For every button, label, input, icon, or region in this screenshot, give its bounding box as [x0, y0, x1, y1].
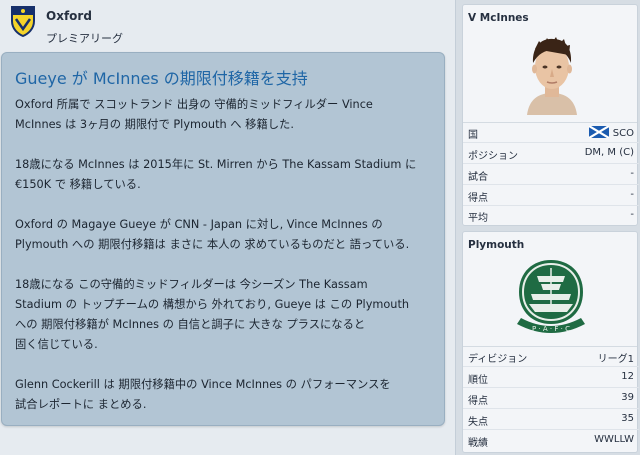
news-line: Glenn Cockerill は 期限付移籍中の Vince McInnes …	[15, 378, 391, 391]
club-header: Oxford プレミアリーグ	[0, 0, 455, 52]
row-value[interactable]: リーグ1	[598, 350, 634, 365]
row-value[interactable]: SCO	[588, 126, 634, 139]
player-rating-row: 平均 -	[463, 205, 639, 226]
row-value: 12	[621, 371, 634, 382]
news-line: Plymouth への 期限付移籍は まさに 本人の 求めているものだと 語って…	[15, 238, 410, 251]
row-label: 得点	[468, 193, 488, 204]
row-label: 順位	[468, 375, 488, 386]
row-label: 平均	[468, 213, 488, 224]
club-goals-against-row: 失点 35	[463, 409, 639, 430]
news-line: 試合レポートに まとめる.	[15, 398, 147, 411]
news-line: Stadium の トップチームの 構想から 外れており, Gueye は この…	[15, 298, 410, 311]
news-line: 18歳になる McInnes は 2015年に St. Mirren から Th…	[15, 158, 417, 171]
club-position-row: 順位 12	[463, 367, 639, 388]
sidebar: V McInnes 国 SCO ポジション DM, M (C) 試合 - 得点 …	[455, 0, 640, 455]
news-paragraph: Oxford の Magaye Gueye が CNN - Japan に対し,…	[15, 215, 440, 255]
row-label: 得点	[468, 396, 488, 407]
news-line: 18歳になる この守備的ミッドフィルダーは 今シーズン The Kassam	[15, 278, 368, 291]
club-goals-for-row: 得点 39	[463, 388, 639, 409]
club-panel: Plymouth P · A · F · C ディビジョン リーグ1 順位 12…	[462, 231, 639, 453]
news-line: Oxford 所属で スコットランド 出身の 守備的ミッドフィルダー Vince	[15, 98, 373, 111]
club-form-row: 戦績 WWLLW	[463, 430, 639, 451]
news-body: Oxford 所属で スコットランド 出身の 守備的ミッドフィルダー Vince…	[15, 95, 440, 415]
row-value: 39	[621, 392, 634, 403]
row-label: 戦績	[468, 438, 488, 449]
news-area: Oxford プレミアリーグ Gueye が McInnes の期限付移籍を支持…	[0, 0, 455, 455]
row-value: DM, M (C)	[584, 147, 634, 158]
news-paragraph: Glenn Cockerill は 期限付移籍中の Vince McInnes …	[15, 375, 440, 415]
player-goals-row: 得点 -	[463, 185, 639, 206]
plymouth-crest-icon[interactable]: P · A · F · C	[511, 258, 591, 342]
row-label: ディビジョン	[468, 354, 528, 365]
news-line: McInnes は 3ヶ月の 期限付で Plymouth へ 移籍した.	[15, 118, 294, 131]
row-label: ポジション	[468, 151, 518, 162]
row-label: 国	[468, 130, 478, 141]
news-paragraph: Oxford 所属で スコットランド 出身の 守備的ミッドフィルダー Vince…	[15, 95, 440, 135]
row-label: 試合	[468, 172, 488, 183]
row-value: WWLLW	[594, 434, 634, 445]
news-line: €150K で 移籍している.	[15, 178, 141, 191]
league-name[interactable]: プレミアリーグ	[46, 30, 123, 46]
row-value: -	[630, 168, 634, 179]
club-panel-name[interactable]: Plymouth	[468, 239, 524, 251]
news-paragraph: 18歳になる この守備的ミッドフィルダーは 今シーズン The Kassam S…	[15, 275, 440, 355]
news-paragraph: 18歳になる McInnes は 2015年に St. Mirren から Th…	[15, 155, 440, 195]
player-name[interactable]: V McInnes	[468, 12, 529, 24]
row-label: 失点	[468, 417, 488, 428]
player-photo[interactable]	[519, 33, 585, 115]
player-panel: V McInnes 国 SCO ポジション DM, M (C) 試合 - 得点 …	[462, 4, 639, 226]
news-line: Oxford の Magaye Gueye が CNN - Japan に対し,…	[15, 218, 383, 231]
row-value: -	[630, 209, 634, 220]
oxford-crest-icon	[11, 6, 35, 37]
news-title: Gueye が McInnes の期限付移籍を支持	[15, 69, 308, 88]
player-nationality-row: 国 SCO	[463, 122, 639, 143]
player-position-row: ポジション DM, M (C)	[463, 143, 639, 164]
news-line: 固く信じている.	[15, 338, 98, 351]
nationality-code: SCO	[612, 128, 634, 139]
club-name[interactable]: Oxford	[46, 9, 92, 23]
news-card: Gueye が McInnes の期限付移籍を支持 Oxford 所属で スコッ…	[1, 52, 445, 426]
club-division-row: ディビジョン リーグ1	[463, 346, 639, 367]
scotland-flag-icon	[588, 126, 609, 138]
row-value: -	[630, 189, 634, 200]
news-line: への 期限付移籍が McInnes の 自信と調子に 大きな プラスになると	[15, 318, 366, 331]
player-apps-row: 試合 -	[463, 164, 639, 185]
row-value: 35	[621, 413, 634, 424]
crest-text: P · A · F · C	[532, 325, 570, 333]
